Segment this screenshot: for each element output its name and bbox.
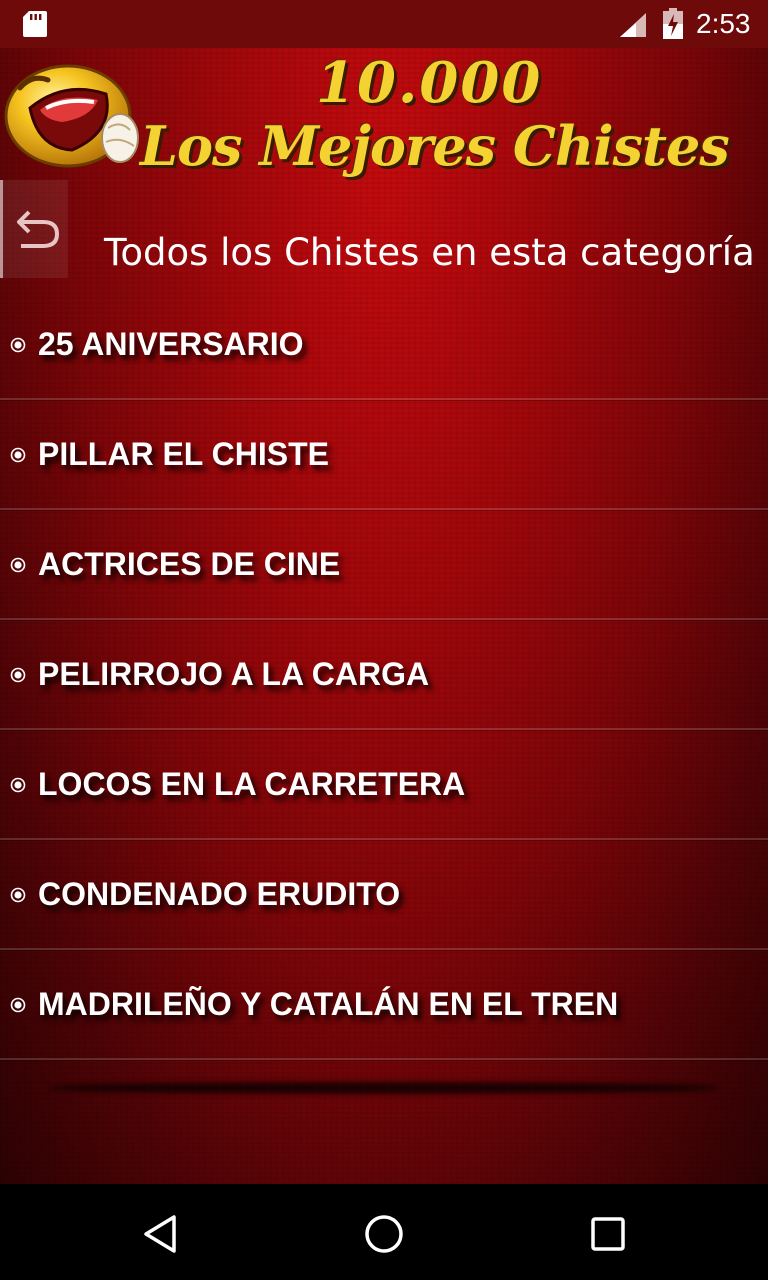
list-item-label: ACTRICES DE CINE — [38, 546, 341, 582]
sd-card-icon — [23, 11, 47, 37]
nav-recents-icon[interactable] — [590, 1216, 626, 1252]
nav-home-icon[interactable] — [364, 1214, 404, 1254]
radio-bullet-icon — [10, 337, 26, 353]
main-content: 10.000 Los Mejores Chistes Todos los Chi… — [0, 48, 768, 1184]
back-arrow-icon — [17, 210, 60, 248]
list-item[interactable]: PILLAR EL CHISTE — [0, 400, 768, 510]
list-item[interactable]: PELIRROJO A LA CARGA — [0, 620, 768, 730]
navigation-bar — [0, 1184, 768, 1280]
laughing-face-icon — [4, 64, 139, 168]
app-banner: 10.000 Los Mejores Chistes — [0, 48, 768, 180]
list-item-label: MADRILEÑO Y CATALÁN EN EL TREN — [38, 986, 619, 1022]
joke-list: 25 ANIVERSARIO PILLAR EL CHISTE ACTRICES… — [0, 290, 768, 1060]
radio-bullet-icon — [10, 667, 26, 683]
list-item[interactable]: CONDENADO ERUDITO — [0, 840, 768, 950]
list-item[interactable]: LOCOS EN LA CARRETERA — [0, 730, 768, 840]
list-item[interactable]: ACTRICES DE CINE — [0, 510, 768, 620]
list-item-label: 25 ANIVERSARIO — [38, 326, 304, 362]
radio-bullet-icon — [10, 777, 26, 793]
nav-back-icon[interactable] — [142, 1214, 178, 1254]
list-item-label: LOCOS EN LA CARRETERA — [38, 766, 466, 802]
list-item[interactable]: 25 ANIVERSARIO — [0, 290, 768, 400]
page-title: Todos los Chistes en esta categoría — [104, 231, 755, 274]
list-item-label: PILLAR EL CHISTE — [38, 436, 329, 472]
list-item-label: PELIRROJO A LA CARGA — [38, 656, 430, 692]
radio-bullet-icon — [10, 447, 26, 463]
status-clock: 2:53 — [696, 8, 751, 39]
radio-bullet-icon — [10, 887, 26, 903]
radio-bullet-icon — [10, 557, 26, 573]
back-button[interactable] — [0, 180, 68, 278]
list-end-shadow — [48, 1082, 720, 1094]
radio-bullet-icon — [10, 997, 26, 1013]
status-bar: 2:53 — [0, 0, 768, 48]
list-item-label: CONDENADO ERUDITO — [38, 876, 401, 912]
banner-title-number: 10.000 — [316, 50, 543, 116]
screen: 2:53 10.000 Los Mejores Chistes Todos lo… — [0, 0, 768, 1280]
list-item[interactable]: MADRILEÑO Y CATALÁN EN EL TREN — [0, 950, 768, 1060]
battery-icon — [663, 8, 683, 39]
signal-icon — [620, 13, 646, 37]
banner-title-text: Los Mejores Chistes — [140, 114, 730, 178]
